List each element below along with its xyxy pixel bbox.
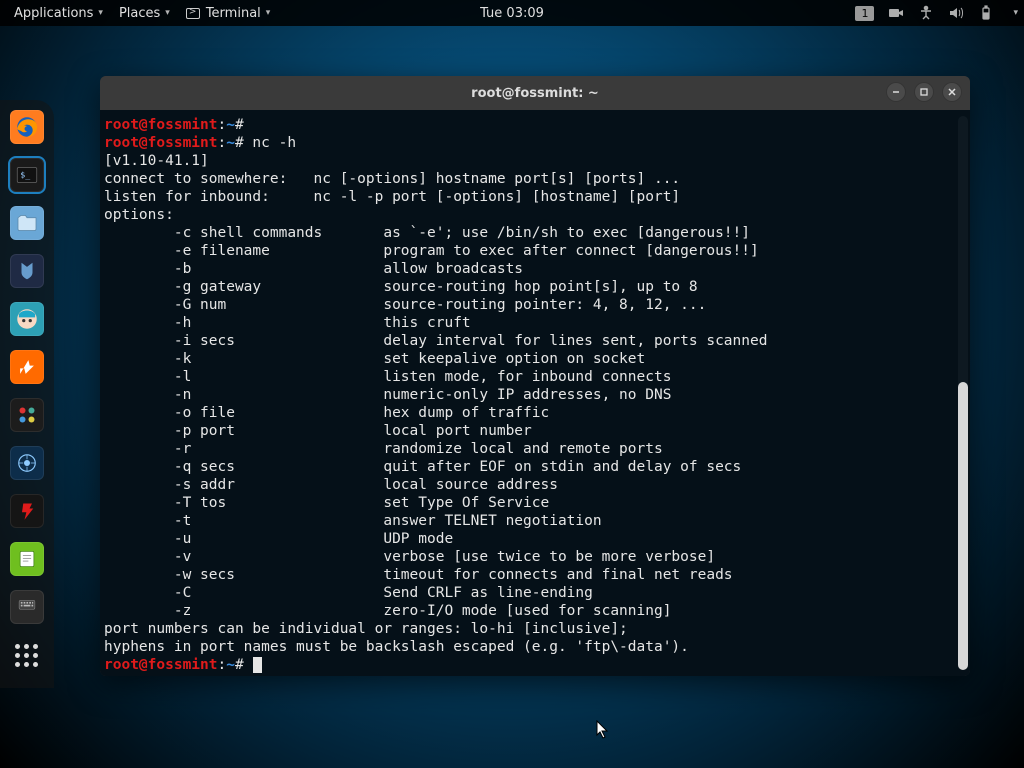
chevron-down-icon: ▾	[165, 8, 170, 18]
menu-places[interactable]: Places ▾	[111, 0, 178, 26]
terminal-content[interactable]: root@fossmint:~# root@fossmint:~# nc -h …	[100, 110, 970, 676]
menu-places-label: Places	[119, 6, 160, 21]
volume-icon[interactable]	[948, 5, 964, 21]
launcher-metasploit[interactable]	[10, 254, 44, 288]
show-apps-button[interactable]	[13, 642, 41, 670]
workspace-indicator[interactable]: 1	[855, 6, 874, 21]
window-title: root@fossmint: ~	[471, 86, 599, 101]
top-panel: Applications ▾ Places ▾ Terminal ▾ Tue 0…	[0, 0, 1024, 26]
close-button[interactable]	[942, 82, 962, 102]
clock[interactable]: Tue 03:09	[472, 0, 552, 26]
chevron-down-icon[interactable]: ▾	[1013, 8, 1018, 18]
window-titlebar[interactable]: root@fossmint: ~	[100, 76, 970, 110]
camera-icon[interactable]	[888, 5, 904, 21]
window-controls	[886, 82, 962, 102]
menu-terminal[interactable]: Terminal ▾	[178, 0, 278, 26]
accessibility-icon[interactable]	[918, 5, 934, 21]
launcher-files[interactable]	[10, 206, 44, 240]
launcher-firefox[interactable]	[10, 110, 44, 144]
launcher-zenmap[interactable]	[10, 446, 44, 480]
menu-applications[interactable]: Applications ▾	[6, 0, 111, 26]
maximize-button[interactable]	[914, 82, 934, 102]
terminal-window: root@fossmint: ~ root@fossmint:~# root@f…	[100, 76, 970, 676]
battery-icon[interactable]	[978, 5, 994, 21]
dock: $_	[0, 100, 54, 688]
launcher-onboard[interactable]	[10, 590, 44, 624]
launcher-armitage[interactable]	[10, 302, 44, 336]
clock-label: Tue 03:09	[480, 6, 544, 21]
chevron-down-icon: ▾	[98, 8, 103, 18]
minimize-button[interactable]	[886, 82, 906, 102]
terminal-scrollbar[interactable]	[958, 116, 968, 670]
menu-terminal-label: Terminal	[206, 6, 261, 21]
launcher-leafpad[interactable]	[10, 542, 44, 576]
cursor-icon	[596, 720, 610, 740]
scrollbar-thumb[interactable]	[958, 382, 968, 670]
launcher-terminal[interactable]: $_	[10, 158, 44, 192]
terminal-icon	[186, 8, 200, 19]
launcher-maltego[interactable]	[10, 398, 44, 432]
menu-applications-label: Applications	[14, 6, 93, 21]
chevron-down-icon: ▾	[266, 8, 271, 18]
svg-text:$_: $_	[20, 169, 30, 179]
launcher-faraday[interactable]	[10, 494, 44, 528]
launcher-burpsuite[interactable]	[10, 350, 44, 384]
tray: 1 ▾	[855, 5, 1018, 21]
